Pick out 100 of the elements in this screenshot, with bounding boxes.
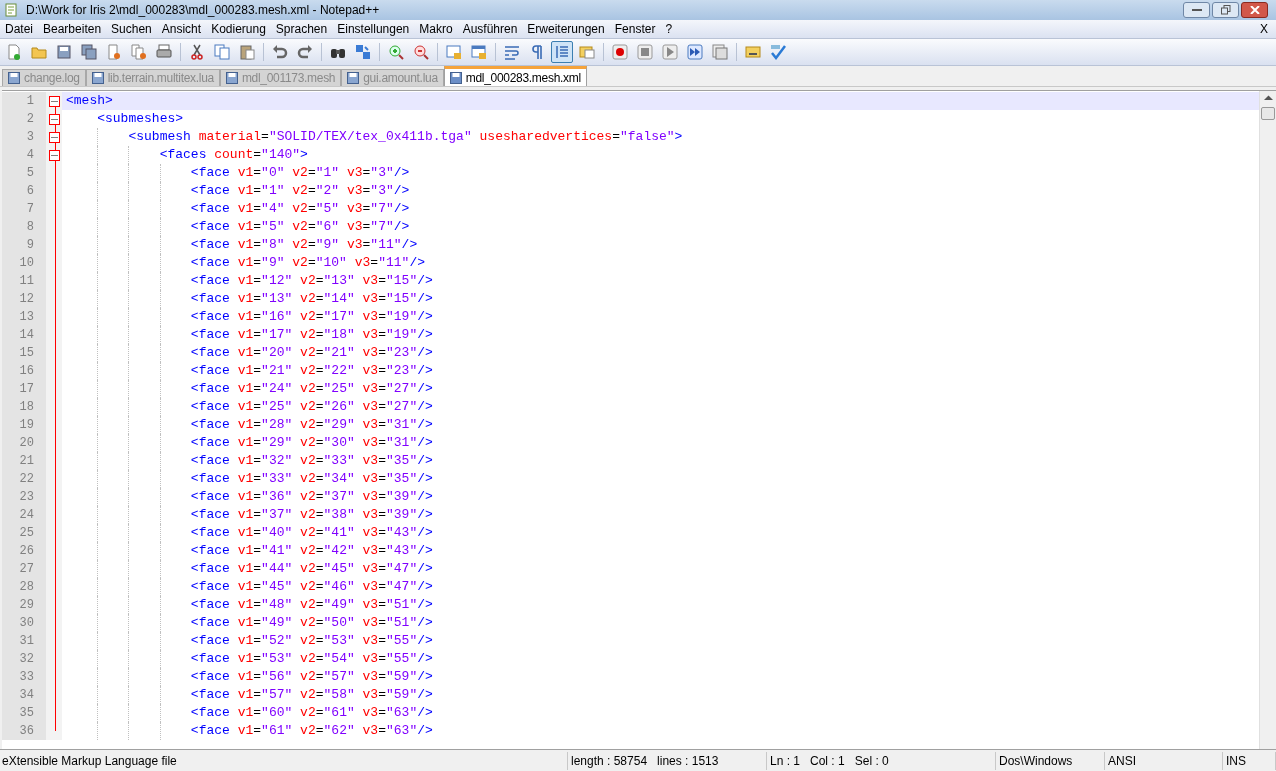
code-line: <face v1="48" v2="49" v3="51"/> [189,597,433,612]
code-line: <face v1="37" v2="38" v3="39"/> [189,507,433,522]
menu-item[interactable]: Einstellungen [332,20,415,38]
code-line: <face v1="4" v2="5" v3="7"/> [189,201,410,216]
menu-item[interactable]: Erweiterungen [522,20,610,38]
vertical-scrollbar[interactable] [1259,91,1276,749]
status-text: Dos\Windows [999,752,1073,770]
code-line: <submesh material="SOLID/TEX/tex_0x411b.tga" usesharedvertices="false"> [127,129,683,144]
code-line: <face v1="44" v2="45" v3="47"/> [189,561,433,576]
code-line: <face v1="28" v2="29" v3="31"/> [189,417,433,432]
line-number: 33 [2,668,46,686]
code-line: <face v1="56" v2="57" v3="59"/> [189,669,433,684]
code-line: <face v1="60" v2="61" v3="63"/> [189,705,433,720]
line-number: 13 [2,308,46,326]
status-text: lines : 1513 [657,752,719,770]
line-number: 19 [2,416,46,434]
line-number: 16 [2,362,46,380]
code-line: <face v1="20" v2="21" v3="23"/> [189,345,433,360]
line-number: 17 [2,380,46,398]
menu-item[interactable]: Makro [414,20,458,38]
line-number: 25 [2,524,46,542]
code-line: <face v1="0" v2="1" v3="3"/> [189,165,410,180]
line-number: 28 [2,578,46,596]
code-line: <mesh> [66,93,113,108]
minimize-icon [1191,8,1202,12]
close-icon [1249,6,1260,14]
line-number: 11 [2,272,46,290]
code-line: <face v1="29" v2="30" v3="31"/> [189,435,433,450]
close-document-button[interactable]: X [1252,20,1276,38]
menu-item[interactable]: Fenster [609,20,661,38]
line-number: 34 [2,686,46,704]
menu-item[interactable]: ? [660,20,678,38]
menu-item[interactable]: Datei [0,20,38,38]
floppy-disks-icon[interactable] [78,41,100,63]
line-number: 7 [2,200,46,218]
code-line: <faces count="140"> [158,147,308,162]
fast-forward-icon[interactable] [684,41,706,63]
line-number: 22 [2,470,46,488]
status-text: Col : 1 [810,752,845,770]
play-icon[interactable] [659,41,681,63]
line-number: 3 [2,128,46,146]
code-line: <face v1="49" v2="50" v3="51"/> [189,615,433,630]
scrollbar-thumb[interactable] [1261,107,1275,120]
close-button[interactable] [1241,2,1268,18]
fold-toggle[interactable] [48,95,60,107]
line-number: 21 [2,452,46,470]
menu-item[interactable]: Sprachen [270,20,333,38]
status-text: length : 58754 [571,752,648,770]
code-line: <face v1="36" v2="37" v3="39"/> [189,489,433,504]
line-number: 35 [2,704,46,722]
line-number: 24 [2,506,46,524]
code-line: <face v1="52" v2="53" v3="55"/> [189,633,433,648]
code-line: <face v1="57" v2="58" v3="59"/> [189,687,433,702]
menu-item[interactable]: Suchen [106,20,157,38]
menu-item[interactable]: Ausführen [457,20,523,38]
code-line: <face v1="41" v2="42" v3="43"/> [189,543,433,558]
line-number: 2 [2,110,46,128]
fold-toggle[interactable] [48,149,60,161]
code-line: <face v1="24" v2="25" v3="27"/> [189,381,433,396]
line-number: 26 [2,542,46,560]
status-text: eXtensible Markup Language file [2,752,177,770]
code-line: <face v1="9" v2="10" v3="11"/> [189,255,425,270]
menu-item[interactable]: Ansicht [156,20,207,38]
notepad-app-icon [4,3,18,17]
scroll-up-arrow-icon[interactable] [1263,95,1273,101]
status-text: Sel : 0 [854,752,889,770]
fold-toggle[interactable] [48,131,60,143]
minimize-button[interactable] [1183,2,1210,18]
status-text: ANSI [1108,752,1136,770]
restore-icon [1220,5,1231,15]
file-tab[interactable]: mdl_000283.mesh.xml [443,66,587,86]
code-line: <face v1="33" v2="34" v3="35"/> [189,471,433,486]
code-line: <face v1="16" v2="17" v3="19"/> [189,309,433,324]
code-line: <face v1="32" v2="33" v3="35"/> [189,453,433,468]
line-number: 5 [2,164,46,182]
code-line: <face v1="8" v2="9" v3="11"/> [189,237,418,252]
code-line: <face v1="12" v2="13" v3="15"/> [189,273,433,288]
window-title: D:\Work for Iris 2\mdl_000283\mdl_000283.mesh.xml - Notepad++ [26,2,381,19]
line-number: 36 [2,722,46,740]
code-line: <face v1="61" v2="62" v3="63"/> [189,723,433,738]
menu-item[interactable]: Kodierung [206,20,271,38]
copy-icon[interactable] [211,41,233,63]
indent-guide-icon[interactable] [551,41,573,63]
restore-button[interactable] [1212,2,1239,18]
status-text: INS [1226,752,1246,770]
fold-toggle[interactable] [48,113,60,125]
line-number: 31 [2,632,46,650]
line-number: 9 [2,236,46,254]
line-number: 10 [2,254,46,272]
stop-icon[interactable] [634,41,656,63]
menu-item[interactable]: Bearbeiten [38,20,107,38]
line-number: 4 [2,146,46,164]
code-line: <face v1="5" v2="6" v3="7"/> [189,219,410,234]
code-line: <face v1="13" v2="14" v3="15"/> [189,291,433,306]
record-icon[interactable] [609,41,631,63]
line-number: 27 [2,560,46,578]
code-line: <face v1="17" v2="18" v3="19"/> [189,327,433,342]
line-number: 8 [2,218,46,236]
line-number: 18 [2,398,46,416]
line-number: 15 [2,344,46,362]
